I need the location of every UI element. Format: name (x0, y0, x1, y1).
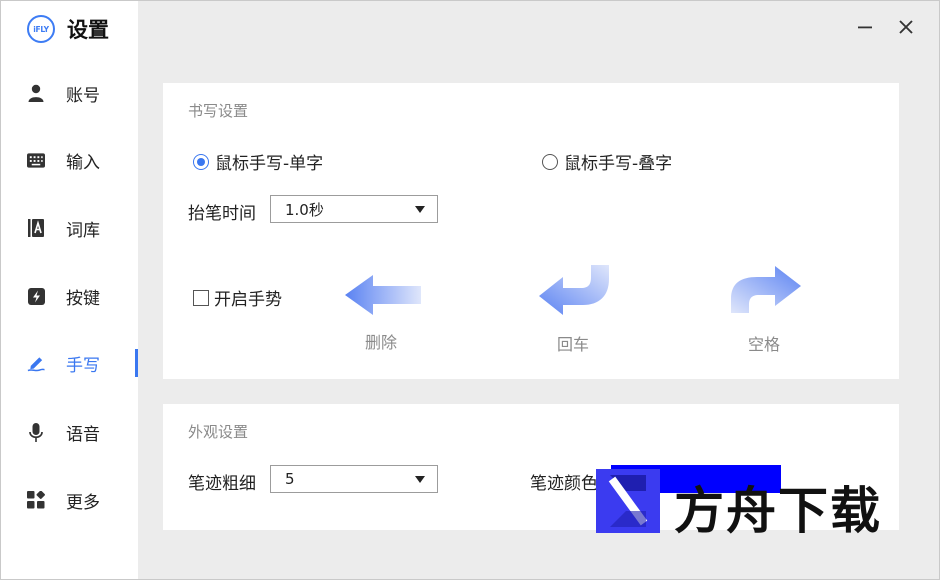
select-value: 1.0秒 (285, 200, 324, 219)
user-icon (27, 84, 45, 102)
pen-lift-time-label: 抬笔时间 (188, 204, 256, 224)
arrow-turn-right-icon (729, 266, 803, 319)
stroke-width-select[interactable]: 5 (270, 465, 438, 493)
sidebar-item-lexicon[interactable]: 词库 (1, 208, 138, 248)
gesture-checkbox[interactable]: 开启手势 (193, 285, 282, 310)
checkbox-icon (193, 289, 209, 306)
radio-unchecked-icon (542, 153, 558, 170)
sidebar-item-handwriting[interactable]: 手写 (1, 343, 138, 383)
lightning-key-icon (27, 287, 45, 305)
keyboard-icon (27, 151, 45, 169)
dropdown-arrow-icon (415, 206, 425, 213)
section-title: 书写设置 (188, 102, 249, 120)
brand: iFLY 设置 (27, 14, 109, 44)
arrow-return-icon (537, 265, 611, 321)
section-title: 外观设置 (188, 423, 249, 441)
active-indicator (135, 349, 138, 377)
sidebar-item-label: 更多 (66, 492, 100, 513)
watermark: 方舟下载 (596, 469, 896, 540)
close-button[interactable] (892, 15, 920, 43)
stroke-width-label: 笔迹粗细 (188, 474, 256, 494)
gesture-label: 回车 (557, 335, 590, 354)
grid-more-icon (27, 491, 45, 509)
pen-lift-time-select[interactable]: 1.0秒 (270, 195, 438, 223)
watermark-text: 方舟下载 (674, 482, 882, 540)
book-icon (27, 219, 45, 237)
sidebar-item-account[interactable]: 账号 (1, 73, 138, 113)
radio-label: 鼠标手写-单字 (215, 154, 324, 174)
mode-single-radio[interactable]: 鼠标手写-单字 (193, 149, 323, 174)
pen-icon (27, 354, 45, 372)
stroke-color-label: 笔迹颜色 (530, 474, 598, 494)
microphone-icon (27, 422, 45, 442)
minimize-button[interactable] (851, 15, 879, 43)
sidebar-item-keys[interactable]: 按键 (1, 276, 138, 316)
gesture-label: 删除 (365, 333, 398, 352)
handwriting-settings-panel: 书写设置 鼠标手写-单字 鼠标手写-叠字 抬笔时间 1.0秒 开启手势 删除 回… (163, 83, 899, 379)
gesture-delete[interactable] (343, 273, 423, 317)
mode-overlap-radio[interactable]: 鼠标手写-叠字 (542, 149, 672, 174)
ifly-logo-icon: iFLY (27, 15, 55, 43)
settings-window: iFLY 设置 账号 输入 词库 按键 手写 语音 更多 书写设置 鼠标手写-单… (0, 0, 940, 580)
gesture-enter[interactable] (537, 263, 611, 317)
select-value: 5 (285, 470, 295, 488)
sidebar-item-label: 账号 (66, 85, 100, 106)
watermark-logo-icon (596, 469, 660, 533)
sidebar-item-label: 按键 (66, 288, 100, 309)
sidebar-item-voice[interactable]: 语音 (1, 412, 138, 452)
checkbox-label: 开启手势 (214, 290, 282, 310)
sidebar-item-label: 手写 (66, 355, 100, 376)
arrow-left-icon (343, 275, 423, 321)
sidebar: iFLY 设置 账号 输入 词库 按键 手写 语音 更多 (1, 1, 138, 579)
sidebar-item-label: 输入 (66, 152, 100, 173)
sidebar-item-more[interactable]: 更多 (1, 480, 138, 520)
radio-label: 鼠标手写-叠字 (564, 154, 673, 174)
sidebar-item-label: 词库 (66, 220, 100, 241)
close-icon (898, 19, 914, 39)
gesture-label: 空格 (748, 335, 781, 354)
minimize-icon (857, 19, 873, 39)
sidebar-item-label: 语音 (66, 424, 100, 445)
radio-checked-icon (193, 153, 209, 170)
sidebar-item-input[interactable]: 输入 (1, 140, 138, 180)
app-title: 设置 (67, 18, 109, 42)
dropdown-arrow-icon (415, 476, 425, 483)
gesture-space[interactable] (729, 265, 803, 315)
